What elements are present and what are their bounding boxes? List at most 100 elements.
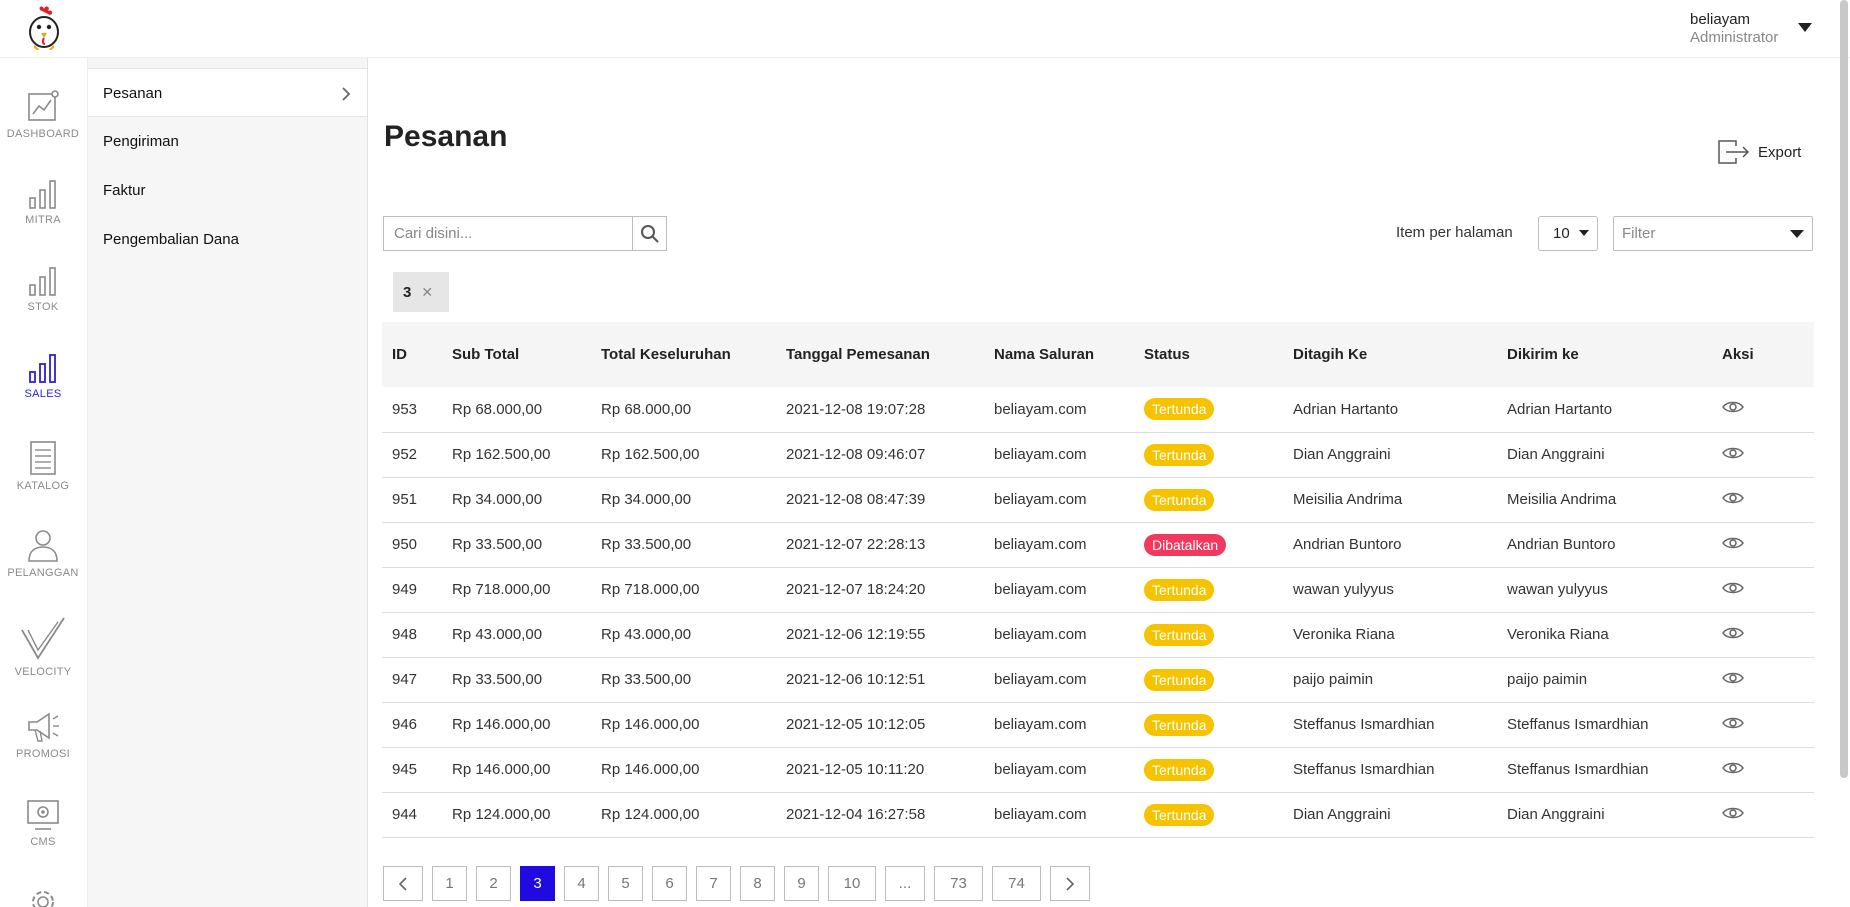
rail-item-settings[interactable]: [0, 884, 86, 907]
view-eye-icon[interactable]: [1722, 761, 1744, 779]
page-button-4[interactable]: 4: [564, 866, 599, 901]
cell-shipped: Andrian Buntoro: [1507, 536, 1616, 553]
cell-total: Rp 34.000,00: [601, 491, 692, 508]
caret-down-icon[interactable]: [1798, 23, 1812, 32]
page-button-73[interactable]: 73: [934, 866, 983, 901]
rail-item-mitra[interactable]: MITRA: [0, 178, 86, 258]
cell-channel: beliayam.com: [994, 446, 1087, 463]
table-row[interactable]: 944 Rp 124.000,00 Rp 124.000,00 2021-12-04 …: [382, 792, 1814, 837]
submenu-item-pengiriman[interactable]: Pengiriman: [88, 117, 367, 166]
page-button-6[interactable]: 6: [652, 866, 687, 901]
table-row[interactable]: 948 Rp 43.000,00 Rp 43.000,00 2021-12-06 12…: [382, 612, 1814, 657]
cell-id: 946: [392, 716, 418, 733]
view-eye-icon[interactable]: [1722, 671, 1744, 689]
status-badge: Tertunda: [1144, 488, 1215, 511]
table-row[interactable]: 952 Rp 162.500,00 Rp 162.500,00 2021-12-08 …: [382, 432, 1814, 477]
rail-item-velocity[interactable]: VELOCITY: [0, 616, 86, 696]
cell-subtotal: Rp 34.000,00: [452, 491, 543, 508]
cell-actions: [1712, 792, 1814, 837]
page-button-1[interactable]: 1: [432, 866, 467, 901]
cell-channel: beliayam.com: [994, 716, 1087, 733]
cell-total: Rp 146.000,00: [601, 761, 700, 778]
chip-label: 3: [403, 283, 412, 301]
cell-id: 950: [392, 536, 418, 553]
export-icon: [1718, 140, 1750, 164]
cell-status: Tertunda: [1134, 567, 1283, 612]
cell-billed: Dian Anggraini: [1293, 446, 1391, 463]
view-eye-icon[interactable]: [1722, 806, 1744, 824]
cell-id: 945: [392, 761, 418, 778]
next-page-button[interactable]: [1050, 866, 1090, 901]
cell-status: Tertunda: [1134, 747, 1283, 792]
submenu-item-pesanan[interactable]: Pesanan: [88, 68, 367, 117]
view-eye-icon[interactable]: [1722, 536, 1744, 554]
table-row[interactable]: 950 Rp 33.500,00 Rp 33.500,00 2021-12-07 22…: [382, 522, 1814, 567]
gear-icon: [32, 891, 54, 907]
table-row[interactable]: 951 Rp 34.000,00 Rp 34.000,00 2021-12-08 08…: [382, 477, 1814, 522]
cell-billed: Veronika Riana: [1293, 626, 1395, 643]
rail-item-pelanggan[interactable]: PELANGGAN: [0, 527, 86, 607]
view-eye-icon[interactable]: [1722, 581, 1744, 599]
submenu-item-pengembalian-dana[interactable]: Pengembalian Dana: [88, 215, 367, 264]
view-eye-icon[interactable]: [1722, 626, 1744, 644]
cell-subtotal: Rp 124.000,00: [452, 806, 551, 823]
table-row[interactable]: 947 Rp 33.500,00 Rp 33.500,00 2021-12-06 10…: [382, 657, 1814, 702]
cell-actions: [1712, 657, 1814, 702]
search-button[interactable]: [632, 217, 666, 250]
rail-item-stok[interactable]: STOK: [0, 265, 86, 345]
page-button-7[interactable]: 7: [696, 866, 731, 901]
page-button-74[interactable]: 74: [992, 866, 1041, 901]
page-button-8[interactable]: 8: [740, 866, 775, 901]
pagination: 1 2 3 4 5 6 7 8 9 10... 73 74: [383, 866, 1099, 901]
view-eye-icon[interactable]: [1722, 491, 1744, 509]
cell-billed: Steffanus Ismardhian: [1293, 716, 1435, 733]
rail-item-cms[interactable]: CMS: [0, 798, 86, 878]
column-header: Dikirim ke: [1507, 346, 1579, 363]
filter-select[interactable]: Filter: [1613, 216, 1813, 251]
check-icon: [21, 617, 65, 660]
dashboard-chart-icon: [28, 90, 59, 121]
page-button-2[interactable]: 2: [476, 866, 511, 901]
rail-label-promosi: PROMOSI: [15, 748, 71, 760]
cell-id: 951: [392, 491, 418, 508]
sales-submenu: Pesanan Pengiriman Faktur Pengembalian D…: [88, 58, 368, 907]
cell-date: 2021-12-08 08:47:39: [786, 491, 926, 508]
rail-item-promosi[interactable]: PROMOSI: [0, 710, 86, 790]
cell-channel: beliayam.com: [994, 626, 1087, 643]
page-button-3[interactable]: 3: [520, 866, 555, 901]
status-badge: Tertunda: [1144, 758, 1215, 781]
table-row[interactable]: 945 Rp 146.000,00 Rp 146.000,00 2021-12-05 …: [382, 747, 1814, 792]
search-input[interactable]: [384, 217, 632, 250]
orders-table: ID Sub Total Total Keseluruhan Tanggal Peme…: [382, 322, 1814, 838]
brand-logo[interactable]: [24, 6, 64, 51]
rail-item-sales[interactable]: SALES: [0, 352, 86, 432]
table-row[interactable]: 953 Rp 68.000,00 Rp 68.000,00 2021-12-08 19…: [382, 387, 1814, 432]
cell-billed: Andrian Buntoro: [1293, 536, 1402, 553]
items-per-page-select[interactable]: 10: [1538, 216, 1598, 251]
table-row[interactable]: 946 Rp 146.000,00 Rp 146.000,00 2021-12-05 …: [382, 702, 1814, 747]
cell-shipped: paijo paimin: [1507, 671, 1588, 688]
cell-channel: beliayam.com: [994, 491, 1087, 508]
status-badge: Tertunda: [1144, 713, 1215, 736]
view-eye-icon[interactable]: [1722, 446, 1744, 464]
user-menu[interactable]: beliayam Administrator: [1690, 11, 1778, 46]
rail-item-dashboard[interactable]: DASHBOARD: [0, 88, 86, 168]
prev-page-button[interactable]: [383, 866, 423, 901]
view-eye-icon[interactable]: [1722, 400, 1744, 418]
page-button-5[interactable]: 5: [608, 866, 643, 901]
page-button-10[interactable]: 10: [828, 866, 876, 901]
page-scrollbar[interactable]: [1840, 0, 1848, 778]
export-button[interactable]: Export: [1718, 138, 1801, 166]
view-eye-icon[interactable]: [1722, 716, 1744, 734]
cell-status: Tertunda: [1134, 387, 1283, 432]
cell-subtotal: Rp 33.500,00: [452, 671, 543, 688]
submenu-item-faktur[interactable]: Faktur: [88, 166, 367, 215]
close-icon[interactable]: ✕: [421, 284, 433, 301]
status-badge: Tertunda: [1144, 443, 1215, 466]
submenu-label: Pengembalian Dana: [103, 231, 239, 248]
column-header: ID: [392, 346, 407, 363]
page-title: Pesanan: [384, 120, 508, 153]
page-button-9[interactable]: 9: [784, 866, 819, 901]
table-row[interactable]: 949 Rp 718.000,00 Rp 718.000,00 2021-12-07 …: [382, 567, 1814, 612]
rail-item-katalog[interactable]: KATALOG: [0, 440, 86, 520]
